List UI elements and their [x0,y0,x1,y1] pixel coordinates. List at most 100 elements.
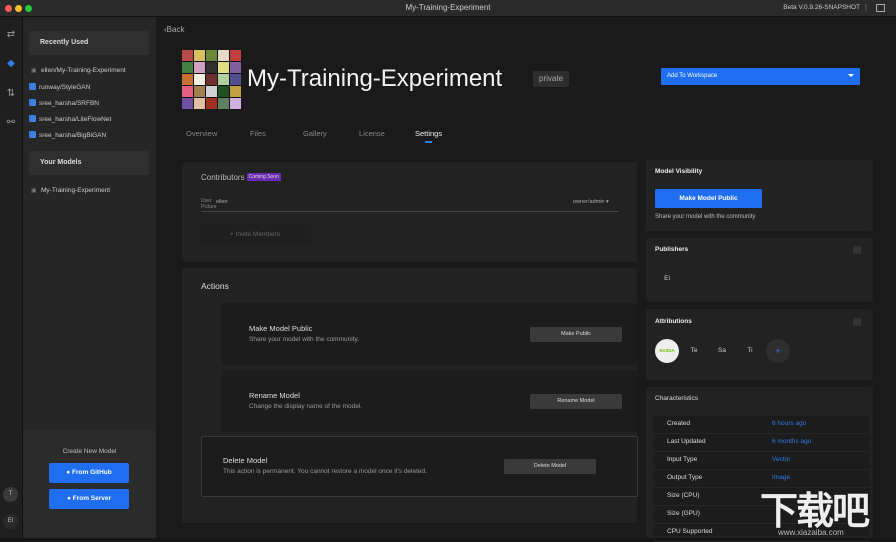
contributor-name: ellen [216,199,228,205]
action-title: Rename Model [249,391,300,400]
actions-title: Actions [201,281,229,291]
recent-item[interactable]: sree_harsha/SRFBN [29,99,99,107]
recent-item[interactable]: runway/StyleGAN [29,83,90,91]
delete-model-button[interactable]: Delete Model [504,459,596,474]
tab-overview[interactable]: Overview [186,129,217,138]
checkbox-icon [29,99,36,106]
avatar-t[interactable]: T [3,487,18,502]
back-link[interactable]: ‹Back [164,25,184,34]
row-value: 6 hours ago [772,420,807,427]
contributors-card: Contributors Coming Soon User Picture ell… [182,162,637,262]
main-content: ‹Back My-Training-Experiment private Add… [156,17,896,542]
model-item-label: My-Training-Experiment [41,187,111,194]
action-title: Delete Model [223,456,268,465]
server-icon: ● [66,495,71,502]
tab-gallery[interactable]: Gallery [303,129,327,138]
thumbnail-tile [182,50,193,61]
models-icon[interactable]: ◆ [5,58,17,69]
actions-card: Actions Make Model Public Share your mod… [182,268,638,523]
attribution-avatar[interactable]: Sa [710,339,734,363]
recent-item[interactable]: ▣ ellen/My-Training-Experiment [29,67,126,74]
checkbox-icon [29,131,36,138]
create-model-label: Create New Model [62,448,117,455]
tab-license[interactable]: License [359,129,385,138]
add-attribution-button[interactable]: + [766,339,790,363]
add-to-workspace-select[interactable]: Add To Workspace [661,68,860,85]
action-desc: Share your model with the community. [249,336,360,343]
recent-item[interactable]: sree_harsha/LiteFlowNet [29,115,111,123]
user-avatar[interactable]: El [3,514,18,529]
visibility-badge: private [533,71,570,87]
your-models-header: Your Models [29,151,149,175]
thumbnail-tile [206,86,217,97]
role-select[interactable]: owner/admin ▾ [573,199,609,205]
edit-publishers-icon[interactable] [853,246,861,254]
window-title: My-Training-Experiment [405,3,491,12]
tab-settings[interactable]: Settings [415,129,442,143]
recent-item[interactable]: sree_harsha/BigBiGAN [29,131,106,139]
action-desc: This action is permanent. You cannot res… [223,468,427,475]
icon-rail: ⇄ ◆ ⇅ ⚯ T El [0,17,23,538]
thumbnail-tile [218,62,229,73]
invite-members-button[interactable]: + Invite Members [199,224,311,246]
rename-model-row: Rename Model Change the display name of … [222,370,637,432]
from-github-button[interactable]: ● From GitHub [49,463,129,483]
thumbnail-tile [206,74,217,85]
recent-item-label: sree_harsha/SRFBN [39,100,99,107]
publisher-avatar[interactable]: El [655,267,679,291]
thumbnail-tile [182,86,193,97]
swap-icon[interactable]: ⇄ [5,29,17,40]
github-icon: ● [66,469,71,476]
attributions-title: Attributions [655,318,692,325]
action-title: Make Model Public [249,324,313,333]
make-public-button[interactable]: Make Public [530,327,622,342]
version-label: Beta V.0.9.26-SNAPSHOT [783,4,860,11]
attribution-avatar[interactable]: Te [682,339,706,363]
thumbnail-tile [230,74,241,85]
checkbox-icon [29,83,36,90]
chevron-down-icon [848,74,854,77]
thumbnail-tile [194,86,205,97]
recent-item-label: runway/StyleGAN [39,84,91,91]
server-button-label: From Server [72,495,112,502]
chevron-down-icon: ▾ [606,199,609,205]
model-item[interactable]: ▣ My-Training-Experiment [29,187,110,194]
workflow-icon[interactable]: ⇅ [5,88,17,99]
nvidia-logo[interactable]: NVIDIA [655,339,679,363]
delete-model-row: Delete Model This action is permanent. Y… [201,436,638,497]
recently-used-header: Recently Used [29,31,149,55]
row-key: Last Updated [667,438,706,445]
table-row: Input Type Vector [654,452,870,470]
edit-attributions-icon[interactable] [853,318,861,326]
tab-files[interactable]: Files [250,129,266,138]
recent-item-label: sree_harsha/LiteFlowNet [39,116,112,123]
thumbnail-tile [206,98,217,109]
rename-model-button[interactable]: Rename Model [530,394,622,409]
title-bar: My-Training-Experiment Beta V.0.9.26-SNA… [0,0,896,17]
thumbnail-tile [218,50,229,61]
thumbnail-tile [182,98,193,109]
watermark-url: www.xiazaiba.com [778,528,844,537]
thumbnail-tile [182,62,193,73]
recent-item-label: ellen/My-Training-Experiment [41,67,126,74]
row-key: Size (GPU) [667,510,700,517]
attribution-avatar[interactable]: Ti [738,339,762,363]
thumbnail-tile [206,50,217,61]
visibility-desc: Share your model with the community [655,214,756,220]
feedback-icon[interactable] [876,4,885,12]
from-server-button[interactable]: ● From Server [49,489,129,509]
contributors-title: Contributors Coming Soon [201,173,281,182]
recent-item-label: sree_harsha/BigBiGAN [39,132,107,139]
divider [201,211,619,212]
role-label: owner/admin [573,199,605,205]
contributors-title-text: Contributors [201,173,245,182]
thumbnail-tile [206,62,217,73]
link-icon[interactable]: ⚯ [5,117,17,128]
watermark: 下载吧 [760,491,870,533]
table-row: Last Updated 6 months ago [654,434,870,452]
make-model-public-button[interactable]: Make Model Public [655,189,762,208]
create-model-panel: Create New Model ● From GitHub ● From Se… [23,431,156,538]
thumbnail-tile [230,86,241,97]
thumbnail-tile [230,98,241,109]
row-key: Input Type [667,456,698,463]
